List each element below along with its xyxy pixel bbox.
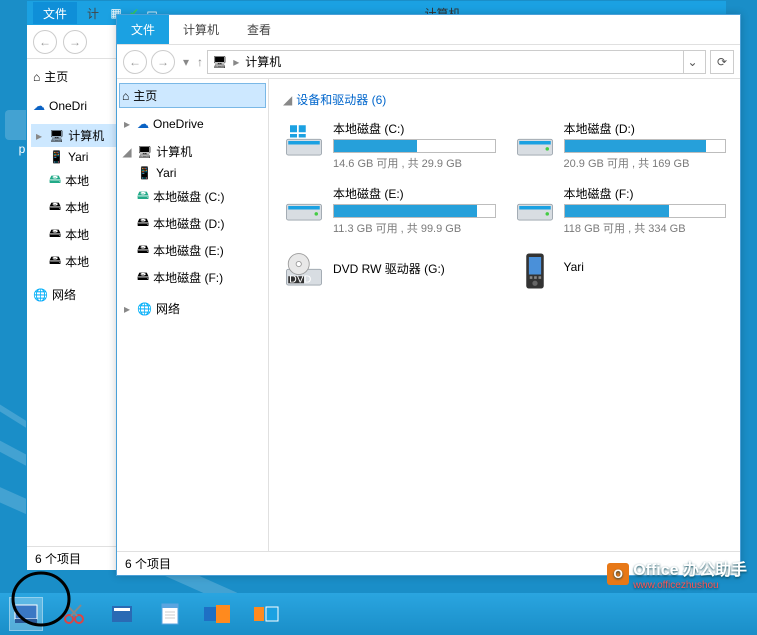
drive-icon — [283, 185, 325, 227]
file-tab-back[interactable]: 文件 — [33, 2, 77, 24]
group-header-devices[interactable]: ◢ 设备和驱动器 (6) — [279, 87, 730, 116]
tab-computer[interactable]: 计算机 — [169, 15, 233, 44]
tab-file[interactable]: 文件 — [117, 15, 169, 44]
taskbar-app3-icon[interactable] — [250, 598, 282, 630]
address-bar[interactable]: 🖥 ▸ 计算机 ⌄ — [207, 50, 706, 74]
drive-d[interactable]: 本地磁盘 (D:) 20.9 GB 可用 , 共 169 GB — [510, 116, 731, 175]
drive-label: 本地磁盘 (E:) — [333, 185, 496, 202]
navbar-front: ← → ▾ ↑ 🖥 ▸ 计算机 ⌄ ⟳ — [117, 45, 740, 79]
tree-disk-e[interactable]: 🖴 本地磁盘 (E:) — [119, 237, 266, 264]
content-pane[interactable]: ◢ 设备和驱动器 (6) 本地磁盘 (C:) 14.6 GB 可用 , 共 29… — [269, 79, 740, 551]
usage-bar — [564, 204, 727, 218]
expand-icon[interactable]: ▸ — [121, 302, 133, 316]
drive-icon: 🖴 — [137, 186, 149, 207]
usage-bar — [564, 139, 727, 153]
collapse-icon[interactable]: ◢ — [283, 93, 292, 107]
tree-disk-c[interactable]: 🖴 本地磁盘 (C:) — [119, 183, 266, 210]
drive-label: 本地磁盘 (D:) — [564, 120, 727, 137]
computer-icon: 🖥 — [212, 55, 227, 69]
dvd-icon: DVD — [283, 250, 325, 292]
svg-text:DVD: DVD — [289, 273, 312, 285]
tree-disk-f[interactable]: 🖴 本地磁盘 (F:) — [119, 264, 266, 291]
free-space-text: 11.3 GB 可用 , 共 99.9 GB — [333, 220, 496, 236]
free-space-text: 118 GB 可用 , 共 334 GB — [564, 220, 727, 236]
drive-f[interactable]: 本地磁盘 (F:) 118 GB 可用 , 共 334 GB — [510, 181, 731, 240]
drive-e[interactable]: 本地磁盘 (E:) 11.3 GB 可用 , 共 99.9 GB — [279, 181, 500, 240]
forward-button[interactable]: → — [63, 30, 87, 54]
taskbar-snip-icon[interactable] — [58, 598, 90, 630]
tree-onedrive[interactable]: ▸ ☁ OneDrive — [119, 114, 266, 134]
address-dropdown[interactable]: ⌄ — [683, 51, 701, 73]
drive-label: DVD RW 驱动器 (G:) — [333, 260, 496, 277]
drive-icon: 🖴 — [137, 267, 149, 288]
phone-icon — [514, 250, 556, 292]
expand-icon[interactable]: ▸ — [33, 129, 45, 143]
refresh-button[interactable]: ⟳ — [710, 50, 734, 74]
watermark-logo-icon: O — [607, 563, 629, 585]
tab-partial-back[interactable]: 计 — [83, 5, 103, 22]
tree-home[interactable]: ⌂ 主页 — [119, 83, 266, 108]
drive-icon: 🖴 — [137, 213, 149, 234]
tree-network[interactable]: ▸ 🌐 网络 — [119, 297, 266, 320]
breadcrumb-sep: ▸ — [233, 55, 239, 69]
network-icon: 🌐 — [33, 288, 48, 302]
drive-icon: 🖴 — [49, 197, 61, 218]
up-button[interactable]: ↑ — [197, 55, 203, 69]
home-icon: ⌂ — [33, 70, 40, 84]
expand-icon[interactable]: ▸ — [121, 117, 133, 131]
drive-icon — [514, 120, 556, 162]
network-icon: 🌐 — [137, 302, 152, 316]
taskbar-app1-icon[interactable] — [106, 598, 138, 630]
tree-computer[interactable]: ◢ 🖥 计算机 — [119, 140, 266, 163]
back-button-front[interactable]: ← — [123, 50, 147, 74]
explorer-window-front: 文件 计算机 查看 ← → ▾ ↑ 🖥 ▸ 计算机 ⌄ ⟳ ⌂ 主页 ▸ ☁ O… — [116, 14, 741, 576]
collapse-icon[interactable]: ◢ — [121, 145, 133, 159]
computer-icon: 🖥 — [137, 145, 152, 159]
cloud-icon: ☁ — [137, 117, 149, 131]
dvd-drive[interactable]: DVD DVD RW 驱动器 (G:) — [279, 246, 500, 296]
nav-tree-front: ⌂ 主页 ▸ ☁ OneDrive ◢ 🖥 计算机 📱 Yari 🖴 本地磁盘 — [117, 79, 269, 551]
taskbar-explorer-icon[interactable] — [10, 598, 42, 630]
computer-icon: 🖥 — [49, 129, 64, 143]
phone-device[interactable]: Yari — [510, 246, 731, 296]
taskbar-notepad-icon[interactable] — [154, 598, 186, 630]
drive-c[interactable]: 本地磁盘 (C:) 14.6 GB 可用 , 共 29.9 GB — [279, 116, 500, 175]
drive-icon: 🖴 — [49, 224, 61, 245]
taskbar-app2-icon[interactable] — [202, 598, 234, 630]
drive-icon: 🖴 — [49, 170, 61, 191]
phone-icon: 📱 — [49, 150, 64, 164]
drive-icon — [514, 185, 556, 227]
drive-icon — [283, 120, 325, 162]
tab-view[interactable]: 查看 — [233, 15, 285, 44]
drive-label: 本地磁盘 (F:) — [564, 185, 727, 202]
ribbon-tabs: 文件 计算机 查看 — [117, 15, 740, 45]
tree-disk-d[interactable]: 🖴 本地磁盘 (D:) — [119, 210, 266, 237]
breadcrumb-computer[interactable]: 计算机 — [245, 53, 281, 70]
device-label: Yari — [564, 260, 727, 274]
back-button[interactable]: ← — [33, 30, 57, 54]
free-space-text: 14.6 GB 可用 , 共 29.9 GB — [333, 155, 496, 171]
usage-bar — [333, 204, 496, 218]
watermark: O Office 办公助手 www.officezhushou — [607, 556, 747, 591]
cloud-icon: ☁ — [33, 99, 45, 113]
tree-yari[interactable]: 📱 Yari — [119, 163, 266, 183]
recent-dropdown[interactable]: ▾ — [179, 55, 193, 69]
phone-icon: 📱 — [137, 166, 152, 180]
drive-icon: 🖴 — [137, 240, 149, 261]
taskbar[interactable] — [0, 593, 757, 635]
free-space-text: 20.9 GB 可用 , 共 169 GB — [564, 155, 727, 171]
forward-button-front[interactable]: → — [151, 50, 175, 74]
drive-label: 本地磁盘 (C:) — [333, 120, 496, 137]
home-icon: ⌂ — [122, 89, 129, 103]
drive-icon: 🖴 — [49, 251, 61, 272]
usage-bar — [333, 139, 496, 153]
